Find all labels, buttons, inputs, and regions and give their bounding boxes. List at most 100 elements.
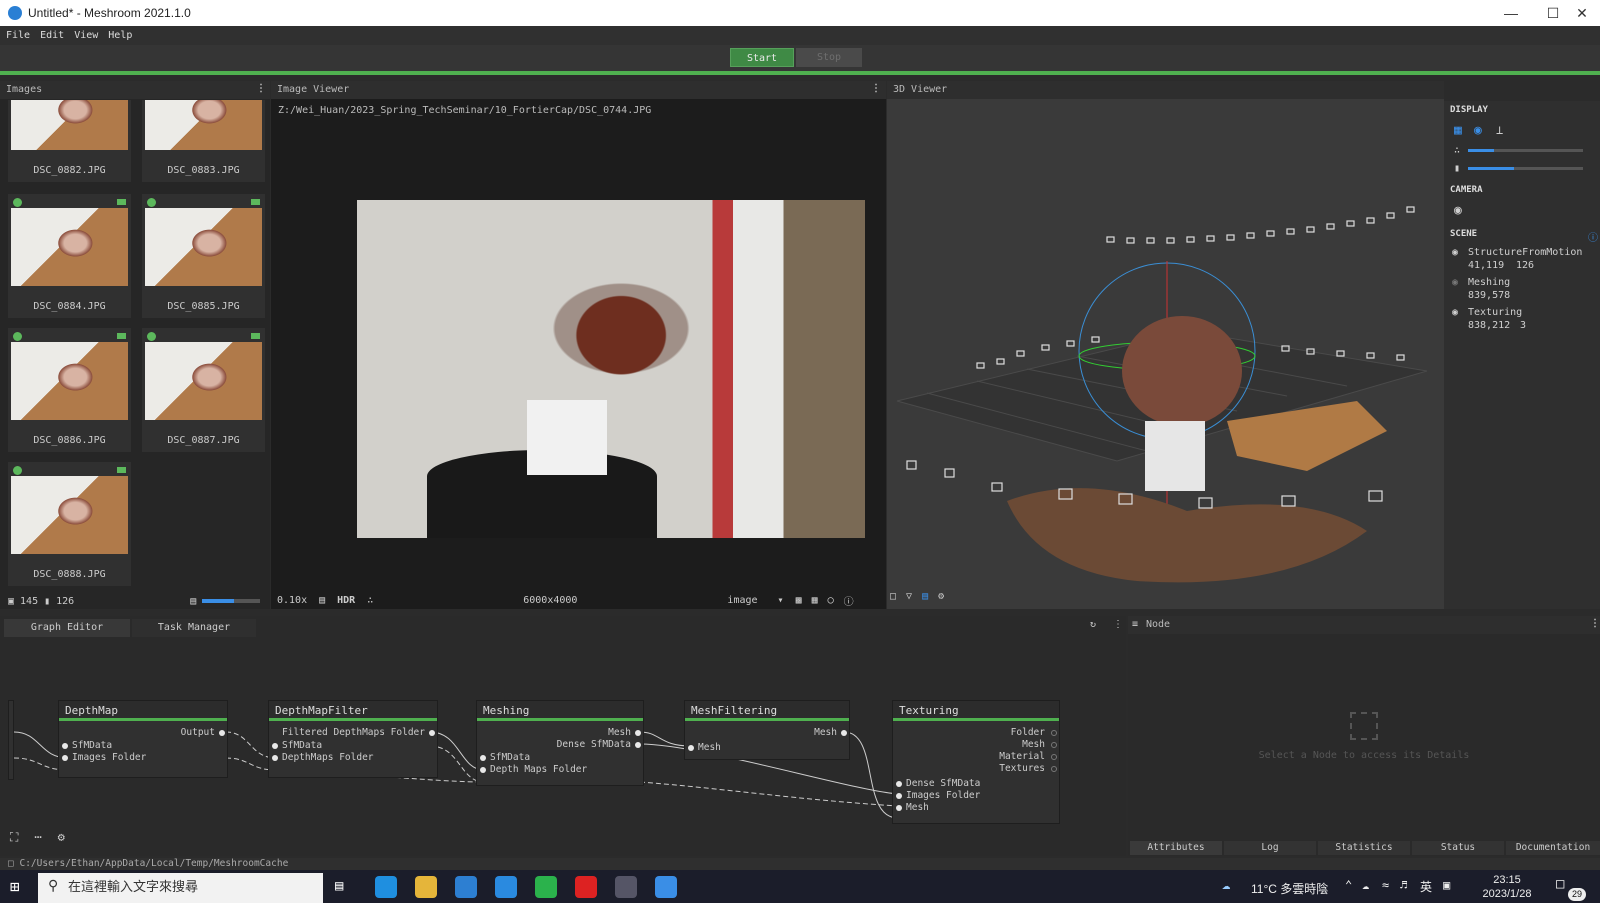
node-upstream-stub[interactable] (8, 700, 14, 780)
weather-text[interactable]: 11°C 多雲時陰 (1251, 880, 1328, 897)
eye-icon[interactable]: ◉ (1452, 307, 1458, 318)
acrobat-icon[interactable] (575, 876, 597, 898)
hatch-icon[interactable]: ▤ (319, 595, 325, 606)
globe-icon[interactable]: ◯ (828, 595, 834, 606)
gear-icon[interactable]: ⚙ (58, 830, 65, 845)
output-pin[interactable] (219, 730, 225, 736)
stop-button[interactable]: Stop (796, 48, 862, 67)
eye-icon[interactable]: ◉ (1452, 247, 1458, 258)
input-pin[interactable] (480, 755, 486, 761)
node-texturing[interactable]: Texturing Folder Mesh Material Textures … (892, 700, 1060, 824)
images-menu-icon[interactable]: ⋮ (256, 83, 266, 94)
mail-icon[interactable] (495, 876, 517, 898)
task-view-icon[interactable]: ▤ (335, 878, 343, 894)
tray-chevron-icon[interactable]: ⌃ (1345, 878, 1352, 892)
camera-scale-slider[interactable] (1468, 167, 1583, 170)
wechat-icon[interactable] (535, 876, 557, 898)
more-icon[interactable]: ⋯ (34, 830, 41, 845)
scene-item-sfm[interactable]: ◉ StructureFromMotion 41,119 126 (1452, 247, 1582, 271)
file-explorer-icon[interactable] (415, 876, 437, 898)
windows-start-icon[interactable]: ⊞ (10, 877, 20, 896)
output-pin[interactable] (1051, 754, 1057, 760)
axis-icon[interactable]: ⊥ (1496, 123, 1503, 137)
tab-task-manager[interactable]: Task Manager (132, 619, 256, 637)
tab-statistics[interactable]: Statistics (1318, 841, 1410, 855)
thumbnail[interactable]: DSC_0885.JPG (142, 194, 265, 318)
node-menu-icon[interactable]: ⋮ (1590, 618, 1600, 629)
info-icon[interactable]: ⓘ (844, 593, 854, 608)
output-pin[interactable] (635, 730, 641, 736)
hdr-toggle[interactable]: HDR (337, 595, 355, 606)
refresh-icon[interactable]: ↻ (1090, 619, 1096, 630)
output-pin[interactable] (841, 730, 847, 736)
edge-icon[interactable] (375, 876, 397, 898)
clock-date[interactable]: 2023/1/28 (1470, 888, 1544, 900)
chevron-down-icon[interactable]: ▾ (778, 595, 784, 606)
thumbnail[interactable]: DSC_0886.JPG (8, 328, 131, 452)
thumbnail[interactable]: DSC_0888.JPG (8, 462, 131, 586)
3d-viewer-panel[interactable]: 3D Viewer (887, 81, 1444, 609)
input-pin[interactable] (688, 745, 694, 751)
tab-log[interactable]: Log (1224, 841, 1316, 855)
output-pin[interactable] (1051, 766, 1057, 772)
thumbnail[interactable]: DSC_0887.JPG (142, 328, 265, 452)
node-depthmap[interactable]: DepthMap Output SfMData Images Folder (58, 700, 228, 778)
settings-icon[interactable]: ⚙ (938, 591, 944, 607)
menu-view[interactable]: View (74, 30, 98, 41)
node-meshing[interactable]: Meshing Mesh Dense SfMData SfMData Depth… (476, 700, 644, 786)
filter-icon[interactable]: ▽ (906, 591, 912, 607)
camera-icon[interactable]: ◉ (1454, 203, 1462, 218)
onedrive-icon[interactable]: ☁ (1362, 878, 1369, 892)
tab-graph-editor[interactable]: Graph Editor (4, 619, 130, 637)
start-button[interactable]: Start (730, 48, 794, 67)
input-pin[interactable] (62, 755, 68, 761)
node-meshfiltering[interactable]: MeshFiltering Mesh Mesh (684, 700, 850, 760)
volume-icon[interactable]: ♬ (1400, 878, 1407, 892)
menu-help[interactable]: Help (108, 30, 132, 41)
output-pin[interactable] (1051, 730, 1057, 736)
clock-time[interactable]: 23:15 (1477, 874, 1537, 886)
input-pin[interactable] (272, 755, 278, 761)
tab-documentation[interactable]: Documentation (1506, 841, 1600, 855)
store-icon[interactable] (455, 876, 477, 898)
fit-icon[interactable]: ▩ (796, 595, 802, 606)
wireframe-icon[interactable]: □ (890, 591, 896, 607)
channel-select[interactable]: image (727, 595, 757, 606)
taskbar-search-input[interactable]: 在這裡輸入文字來搜尋 (38, 873, 323, 903)
textured-icon[interactable]: ▤ (922, 591, 928, 607)
input-pin[interactable] (896, 805, 902, 811)
menu-edit[interactable]: Edit (40, 30, 64, 41)
scene-item-meshing[interactable]: ◉ Meshing 839,578 (1452, 277, 1510, 301)
wifi-icon[interactable]: ≈ (1382, 878, 1389, 892)
input-pin[interactable] (480, 767, 486, 773)
target-icon[interactable]: ◉ (1474, 123, 1482, 138)
eye-icon[interactable]: ◉ (1452, 277, 1458, 288)
tab-attributes[interactable]: Attributes (1130, 841, 1222, 855)
thumbnail[interactable]: DSC_0883.JPG (142, 100, 265, 182)
input-pin[interactable] (272, 743, 278, 749)
scene-item-texturing[interactable]: ◉ Texturing 838,212 3 (1452, 307, 1526, 331)
graph-menu-icon[interactable]: ⋮ (1113, 619, 1123, 630)
features-icon[interactable]: ∴ (367, 595, 373, 606)
tab-status[interactable]: Status (1412, 841, 1504, 855)
histogram-icon[interactable]: ▦ (812, 595, 818, 606)
notification-icon[interactable]: □ (1556, 876, 1564, 892)
point-size-slider[interactable] (1468, 149, 1583, 152)
viewer-menu-icon[interactable]: ⋮ (871, 83, 881, 94)
minimize-icon[interactable]: — (1488, 0, 1534, 26)
ime-indicator[interactable]: 英 (1420, 878, 1432, 895)
close-icon[interactable]: ✕ (1564, 0, 1600, 26)
thumbnail[interactable]: DSC_0884.JPG (8, 194, 131, 318)
fit-view-icon[interactable]: ⛶ (10, 830, 18, 845)
viewer-image[interactable] (357, 200, 865, 538)
meshroom-taskbar-icon[interactable] (655, 876, 677, 898)
output-pin[interactable] (635, 742, 641, 748)
grid-icon[interactable]: ▦ (1454, 123, 1462, 138)
input-pin[interactable] (896, 781, 902, 787)
app-icon[interactable] (615, 876, 637, 898)
thumbnail-size-slider[interactable] (202, 599, 261, 603)
menu-file[interactable]: File (6, 30, 30, 41)
node-depthmapfilter[interactable]: DepthMapFilter Filtered DepthMaps Folder… (268, 700, 438, 778)
input-pin[interactable] (896, 793, 902, 799)
output-pin[interactable] (429, 730, 435, 736)
